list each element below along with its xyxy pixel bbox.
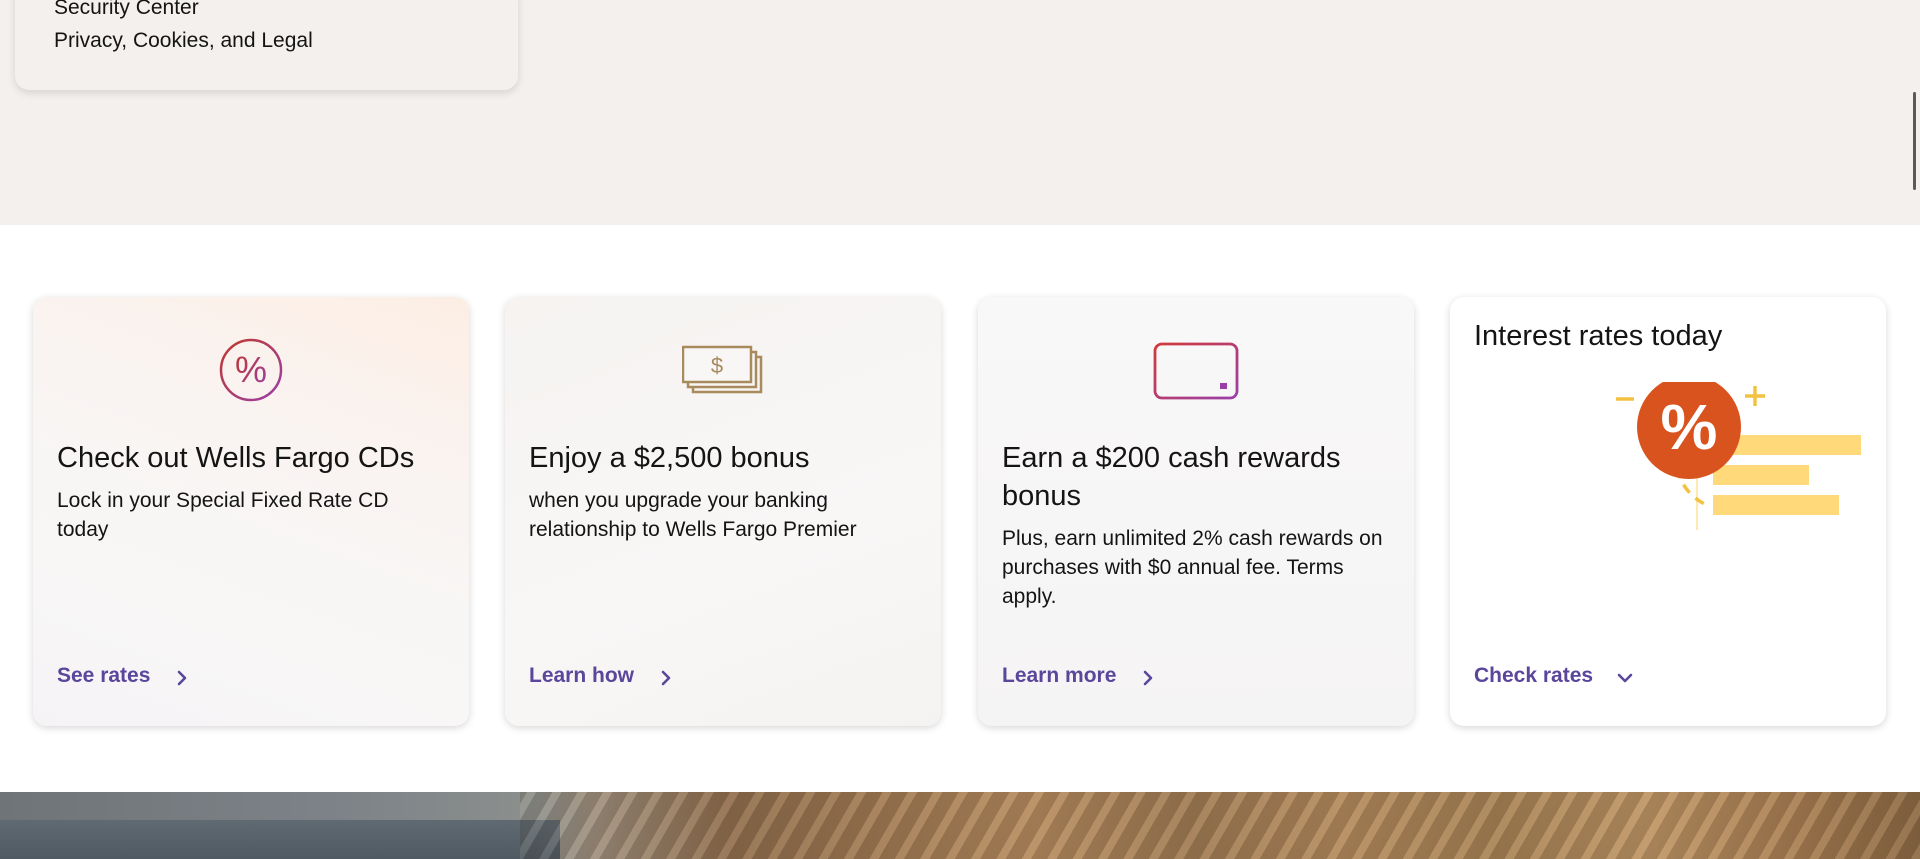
promo-card-cash-rewards: Earn a $200 cash rewards bonus Plus, ear…	[978, 297, 1414, 726]
svg-text:%: %	[1661, 391, 1718, 463]
see-rates-link[interactable]: See rates	[57, 664, 190, 688]
check-rates-link[interactable]: Check rates	[1474, 664, 1633, 688]
learn-more-link[interactable]: Learn more	[1002, 664, 1156, 688]
chevron-right-icon	[658, 668, 674, 686]
cta-label: Learn how	[529, 664, 635, 687]
credit-card-icon	[1153, 342, 1239, 405]
card-body: when you upgrade your banking relationsh…	[529, 489, 857, 541]
card-title: Interest rates today	[1474, 320, 1723, 352]
interest-rates-card: Interest rates today % Check rates	[1450, 297, 1886, 726]
svg-text:$: $	[711, 353, 723, 378]
cta-label: Learn more	[1002, 664, 1117, 687]
card-body: Lock in your Special Fixed Rate CD today	[57, 489, 389, 541]
card-title: Enjoy a $2,500 bonus	[529, 442, 810, 474]
chevron-right-icon	[1140, 668, 1156, 686]
promo-card-premier-bonus: $ Enjoy a $2,500 bonus when you upgrade …	[505, 297, 941, 726]
card-title: Check out Wells Fargo CDs	[57, 442, 415, 474]
promo-card-cds: % Check out Wells Fargo CDs Lock in your…	[33, 297, 469, 726]
learn-how-link[interactable]: Learn how	[529, 664, 674, 688]
hero-photo-coastline	[0, 792, 1920, 859]
interest-rates-illustration: %	[1615, 375, 1865, 537]
menu-link-security-center[interactable]: Security Center	[54, 0, 199, 20]
percent-circle-icon: %	[218, 337, 284, 408]
card-body: Plus, earn unlimited 2% cash rewards on …	[1002, 527, 1383, 608]
card-title: Earn a $200 cash rewards bonus	[1002, 442, 1341, 512]
svg-text:%: %	[235, 349, 267, 390]
chevron-right-icon	[174, 668, 190, 686]
dropdown-menu-panel: Security Center Privacy, Cookies, and Le…	[15, 0, 518, 90]
scrollbar-thumb[interactable]	[1913, 92, 1916, 190]
menu-link-privacy-cookies-legal[interactable]: Privacy, Cookies, and Legal	[54, 29, 313, 53]
cta-label: See rates	[57, 664, 151, 687]
chevron-down-icon	[1617, 668, 1633, 684]
cash-stack-icon: $	[681, 344, 764, 401]
cta-label: Check rates	[1474, 664, 1594, 687]
